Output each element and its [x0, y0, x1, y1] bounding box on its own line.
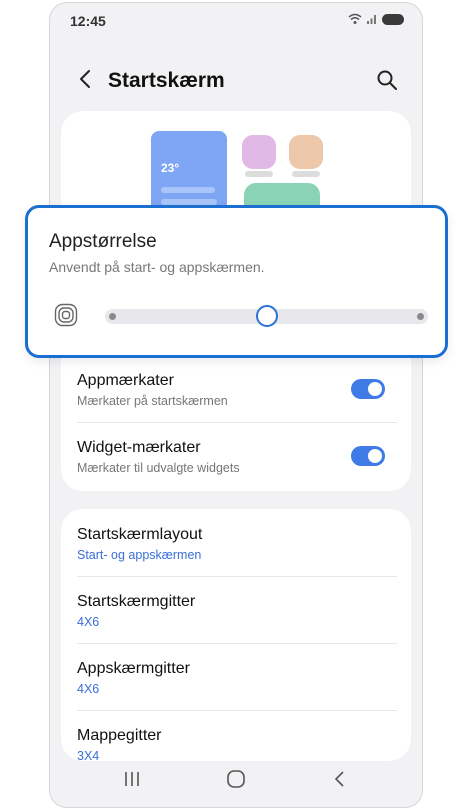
- app-size-slider[interactable]: [105, 305, 428, 327]
- app-label-preview: [245, 171, 273, 177]
- page-title: Startskærm: [108, 69, 225, 92]
- row-title: Startskærmlayout: [77, 526, 203, 543]
- row-value: Start- og appskærmen: [77, 548, 202, 562]
- list-item[interactable]: Startskærmgitter 4X6: [77, 593, 397, 629]
- back-icon[interactable]: [328, 767, 352, 791]
- row-value: 4X6: [77, 615, 100, 629]
- row-value: 4X6: [77, 682, 100, 696]
- divider: [77, 422, 397, 423]
- app-icon-preview: [289, 135, 323, 169]
- phone-screen: 12:45 Startskærm 23° Appmærkater Mærkate…: [49, 2, 423, 808]
- toggle-switch[interactable]: [351, 446, 385, 466]
- back-arrow-icon[interactable]: [74, 67, 98, 91]
- search-icon[interactable]: [376, 69, 398, 91]
- toggle-knob: [368, 449, 382, 463]
- preview-line: [161, 187, 215, 193]
- home-icon[interactable]: [224, 767, 248, 791]
- row-subtitle: Mærkater til udvalgte widgets: [77, 461, 240, 475]
- app-label-preview: [292, 171, 320, 177]
- app-size-icon: [54, 303, 78, 327]
- toggle-row-widget-maerkater[interactable]: Widget-mærkater Mærkater til udvalgte wi…: [77, 439, 397, 475]
- signal-icon: [367, 15, 376, 24]
- battery-icon: [382, 13, 404, 25]
- row-title: Appmærkater: [77, 372, 174, 389]
- recent-apps-icon[interactable]: [120, 767, 144, 791]
- toggle-knob: [368, 382, 382, 396]
- toggle-row-appmaerkater[interactable]: Appmærkater Mærkater på startskærmen: [77, 372, 397, 408]
- row-title: Widget-mærkater: [77, 439, 201, 456]
- row-title: Appskærmgitter: [77, 660, 190, 677]
- divider: [77, 576, 397, 577]
- wifi-icon: [348, 13, 362, 24]
- list-item[interactable]: Appskærmgitter 4X6: [77, 660, 397, 696]
- slider-min-dot: [109, 313, 116, 320]
- status-time: 12:45: [70, 13, 106, 29]
- popup-subtitle: Anvendt på start- og appskærmen.: [49, 259, 265, 275]
- app-size-popup: Appstørrelse Anvendt på start- og appskæ…: [25, 205, 448, 358]
- status-icons: [348, 13, 404, 25]
- toggle-switch[interactable]: [351, 379, 385, 399]
- divider: [77, 643, 397, 644]
- row-title: Mappegitter: [77, 727, 162, 744]
- slider-max-dot: [417, 313, 424, 320]
- row-subtitle: Mærkater på startskærmen: [77, 394, 228, 408]
- list-item[interactable]: Startskærmlayout Start- og appskærmen: [77, 526, 397, 562]
- navigation-bar: [50, 751, 422, 807]
- status-bar: 12:45: [50, 3, 422, 39]
- app-icon-preview: [242, 135, 276, 169]
- popup-title: Appstørrelse: [49, 231, 157, 252]
- divider: [77, 710, 397, 711]
- settings-card-layout: Startskærmlayout Start- og appskærmen St…: [61, 509, 411, 761]
- row-title: Startskærmgitter: [77, 593, 196, 610]
- slider-thumb[interactable]: [255, 305, 278, 327]
- preview-temperature: 23°: [161, 161, 180, 175]
- app-header: Startskærm: [50, 61, 422, 101]
